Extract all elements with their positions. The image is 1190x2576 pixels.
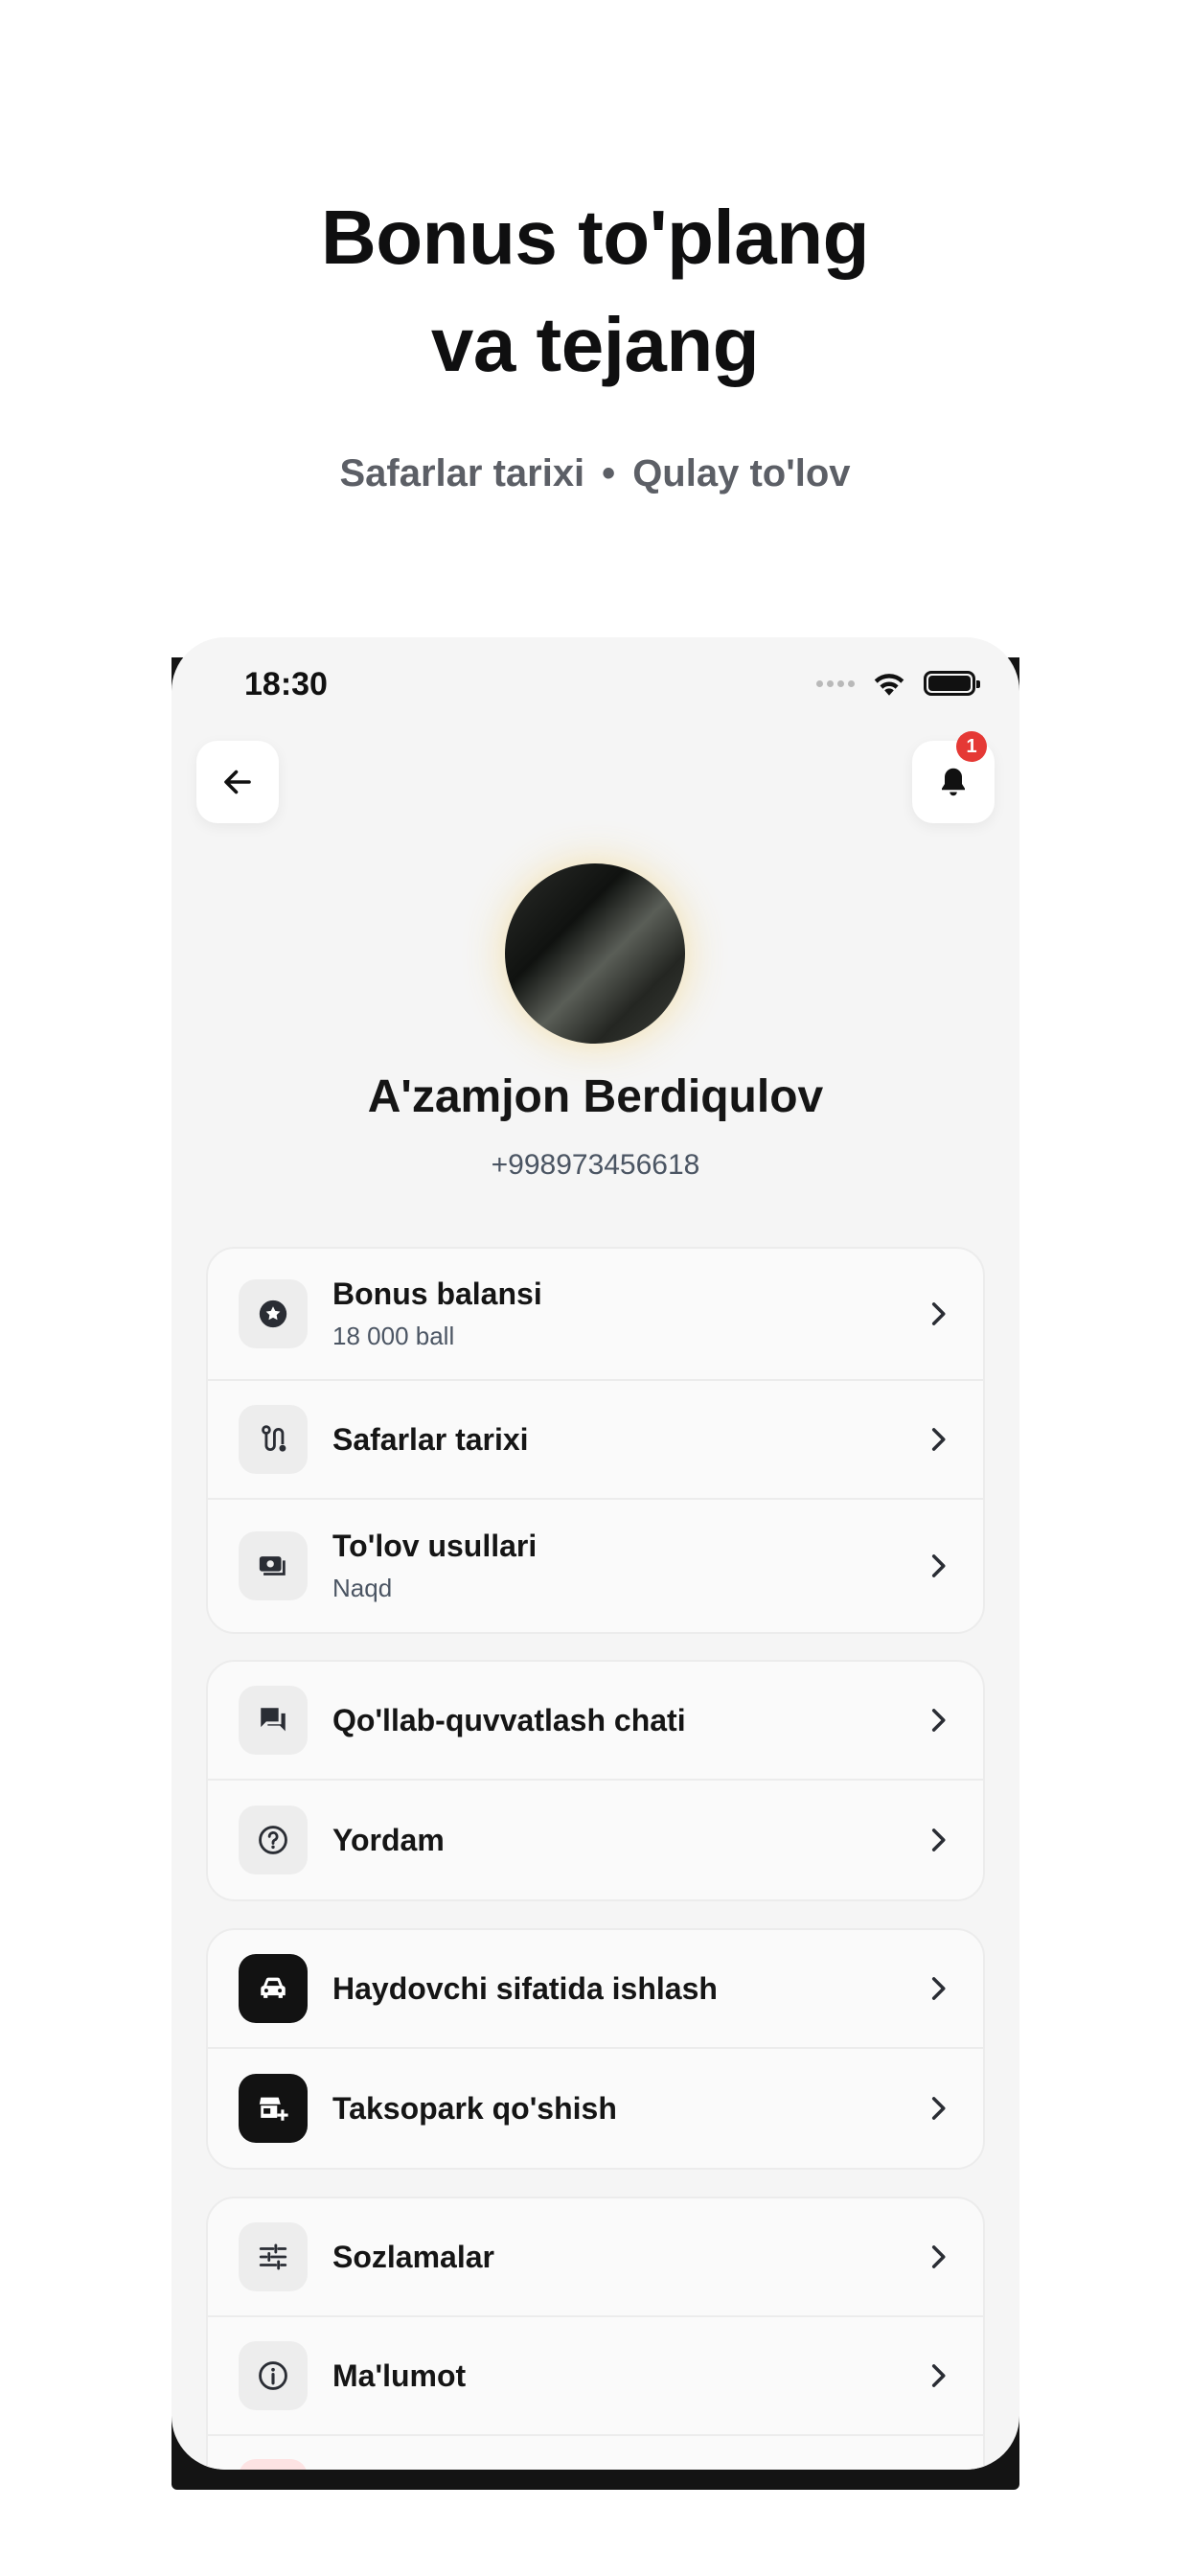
avatar[interactable]: [505, 863, 685, 1044]
hero-sub-right: Qulay to'lov: [632, 452, 851, 494]
hero-title-line2: va tejang: [430, 302, 760, 387]
signal-icon: [816, 679, 855, 687]
chevron-right-icon: [924, 1706, 952, 1735]
menu-item-add-taxi-park[interactable]: Taksopark qo'shish: [208, 2049, 983, 2168]
menu-item-support-chat[interactable]: Qo'llab-quvvatlash chati: [208, 1662, 983, 1781]
star-badge-icon: [239, 1279, 308, 1348]
user-name: A'zamjon Berdiqulov: [367, 1071, 824, 1122]
bell-icon: [942, 768, 965, 796]
menu-item-title: Bonus balansi: [332, 1276, 542, 1311]
menu-item-work-as-driver[interactable]: Haydovchi sifatida ishlash: [208, 1930, 983, 2049]
hero-sub-separator: •: [602, 452, 616, 494]
wifi-icon: [874, 674, 904, 696]
car-icon: [239, 1954, 308, 2023]
menu-item-title: Taksopark qo'shish: [332, 2090, 617, 2126]
arrow-left-icon: [224, 770, 251, 794]
menu-item-subtitle: 18 000 ball: [332, 1322, 455, 1350]
help-icon: [239, 1806, 308, 1874]
phone-screen: 18:30 1 A'zamjon Berdiqulov +99897345661…: [172, 637, 1019, 2470]
menu-item-trip-history[interactable]: Safarlar tarixi: [208, 1381, 983, 1500]
menu-card-driver: Haydovchi sifatida ishlash Taksopark qo'…: [206, 1928, 985, 2170]
menu-item-title: Safarlar tarixi: [332, 1421, 529, 1457]
chevron-right-icon: [924, 1552, 952, 1580]
logout-icon: [239, 2459, 308, 2470]
notification-badge: 1: [956, 731, 987, 762]
chevron-right-icon: [924, 1826, 952, 1854]
menu-item-title: To'lov usullari: [332, 1529, 538, 1563]
menu-card-settings: Sozlamalar Ma'lumot: [206, 2196, 985, 2470]
info-icon: [239, 2341, 308, 2410]
menu-item-title: Ma'lumot: [332, 2358, 467, 2393]
menu-item-payment-methods[interactable]: To'lov usullari Naqd: [208, 1500, 983, 1632]
menu-item-bonus-balance[interactable]: Bonus balansi 18 000 ball: [208, 1249, 983, 1381]
status-time: 18:30: [244, 666, 328, 702]
hero-title-line1: Bonus to'plang: [321, 195, 869, 280]
back-button[interactable]: [196, 741, 279, 823]
chevron-right-icon: [924, 1300, 952, 1328]
chevron-right-icon: [924, 2242, 952, 2271]
chevron-right-icon: [924, 2094, 952, 2123]
user-phone: +998973456618: [491, 1149, 700, 1181]
status-icons: [816, 670, 980, 697]
taxi-park-add-icon: [239, 2074, 308, 2143]
menu-item-about[interactable]: Ma'lumot: [208, 2317, 983, 2436]
chevron-right-icon: [924, 1425, 952, 1454]
menu-item-subtitle: Naqd: [332, 1574, 393, 1602]
cash-icon: [239, 1531, 308, 1600]
menu-item-title: Yordam: [332, 1822, 445, 1857]
route-icon: [239, 1405, 308, 1474]
menu-item-help[interactable]: Yordam: [208, 1781, 983, 1899]
hero-title: Bonus to'plang va tejang: [0, 184, 1190, 399]
notifications-button[interactable]: 1: [912, 731, 995, 823]
hero-subtitle: Safarlar tarixi • Qulay to'lov: [0, 452, 1190, 495]
menu-item-title: Haydovchi sifatida ishlash: [332, 1970, 718, 2006]
menu-item-settings[interactable]: Sozlamalar: [208, 2198, 983, 2317]
chevron-right-icon: [924, 1974, 952, 2003]
chevron-right-icon: [924, 2361, 952, 2390]
menu-item-title: Sozlamalar: [332, 2239, 494, 2274]
menu-item-title: Qo'llab-quvvatlash chati: [332, 1702, 686, 1737]
chat-icon: [239, 1686, 308, 1755]
menu-card-support: Qo'llab-quvvatlash chati Yordam: [206, 1660, 985, 1901]
menu-card-account: Bonus balansi 18 000 ball Safarlar tarix…: [206, 1247, 985, 1634]
sliders-icon: [239, 2222, 308, 2291]
hero-sub-left: Safarlar tarixi: [339, 452, 585, 494]
battery-icon: [924, 671, 980, 696]
